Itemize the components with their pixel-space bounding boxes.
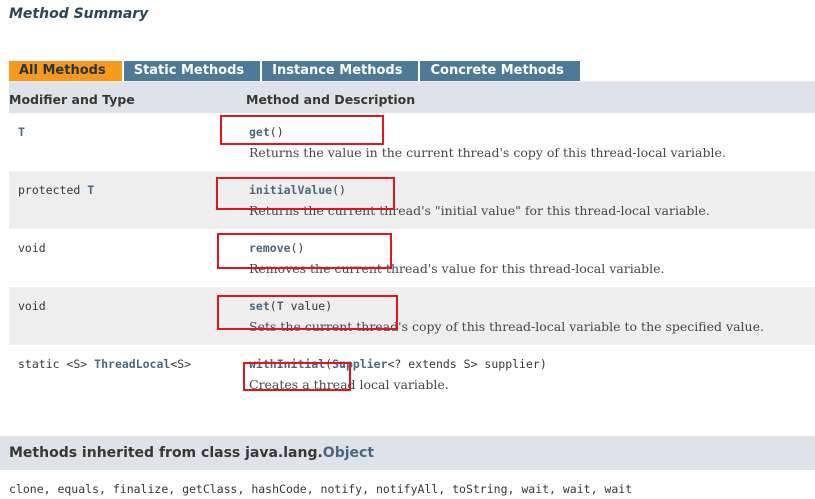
highlight-box-get: [220, 115, 384, 145]
method-tabs: All Methods Static Methods Instance Meth…: [9, 61, 581, 81]
table-row: static <S> ThreadLocal<S> withInitial(Su…: [9, 345, 815, 403]
highlight-box-remove: [217, 233, 392, 269]
table-header: Modifier and Type Method and Description: [9, 82, 815, 113]
highlight-box-set: [217, 295, 398, 330]
tab-concrete-methods[interactable]: Concrete Methods: [420, 61, 581, 81]
method-description: Returns the value in the current thread'…: [249, 145, 726, 160]
table-row: void set(T value) Sets the current threa…: [9, 287, 815, 345]
type-link-T[interactable]: T: [18, 125, 25, 139]
type-link-threadlocal[interactable]: ThreadLocal: [94, 357, 170, 371]
modifier-type: static <S> ThreadLocal<S>: [18, 357, 192, 371]
highlight-box-initialvalue: [216, 177, 395, 210]
inherited-methods-title: Methods inherited from class java.lang.: [9, 445, 323, 461]
type-link-T[interactable]: T: [87, 183, 94, 197]
modifier-type: void: [18, 241, 46, 255]
tab-instance-methods[interactable]: Instance Methods: [262, 61, 419, 81]
method-summary-table: Modifier and Type Method and Description…: [9, 81, 815, 403]
modifier-type: void: [18, 299, 46, 313]
method-summary-title: Method Summary: [9, 6, 149, 22]
table-row: T get() Returns the value in the current…: [9, 113, 815, 171]
object-class-link[interactable]: Object: [323, 445, 374, 461]
column-header-method: Method and Description: [246, 92, 416, 107]
highlight-box-withinitial: [243, 362, 351, 391]
table-row: protected T initialValue() Returns the c…: [9, 171, 815, 229]
column-header-modifier: Modifier and Type: [9, 92, 135, 107]
tab-all-methods[interactable]: All Methods: [9, 61, 122, 81]
inherited-methods-header: Methods inherited from class java.lang.O…: [0, 436, 815, 470]
tab-static-methods[interactable]: Static Methods: [123, 61, 261, 81]
modifier-type: protected T: [18, 183, 95, 197]
table-row: void remove() Removes the current thread…: [9, 229, 815, 287]
modifier-type: T: [18, 125, 25, 139]
inherited-methods-list[interactable]: clone, equals, finalize, getClass, hashC…: [9, 482, 632, 496]
